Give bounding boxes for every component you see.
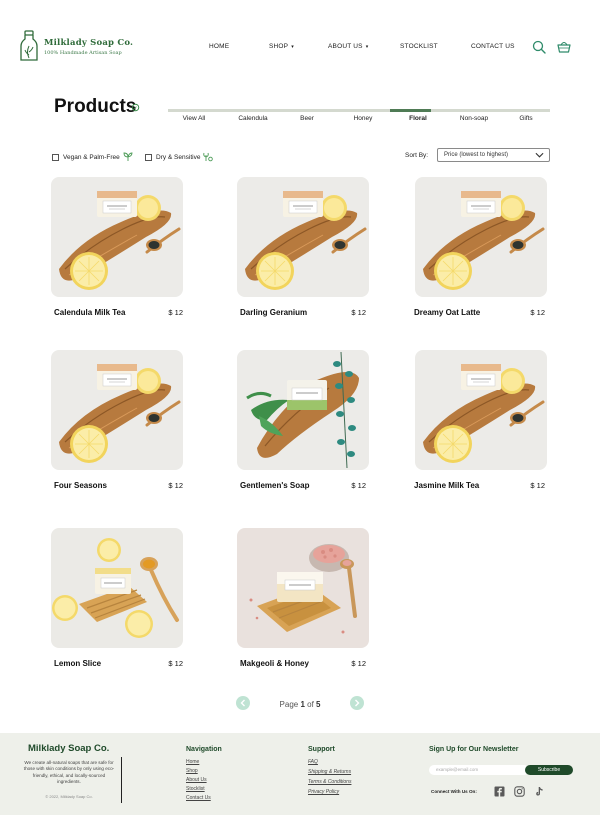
product-price: $ 12 (530, 481, 545, 490)
product-name[interactable]: Four Seasons (54, 481, 107, 490)
herb-icon (203, 152, 214, 162)
sort-value: Price (lowest to highest) (444, 152, 509, 158)
tab-gifts[interactable]: Gifts (519, 115, 532, 122)
footer-description: We create all-natural soaps that are saf… (23, 760, 115, 785)
page-title: Products (54, 96, 137, 117)
product-price: $ 12 (530, 308, 545, 317)
total-pages: 5 (316, 700, 321, 709)
vegan-checkbox[interactable] (52, 153, 59, 161)
chevron-right-icon (355, 699, 360, 707)
product-image[interactable] (415, 177, 547, 297)
chevron-down-icon: ▾ (365, 44, 369, 50)
footer-brand: Milklady Soap Co. (28, 743, 110, 754)
tab-floral[interactable]: Floral (409, 115, 427, 122)
footer-link-home[interactable]: Home (186, 759, 199, 765)
pagination-status: Page 1 of 5 (279, 700, 321, 709)
basket-icon[interactable] (557, 40, 571, 54)
site-header: Milklady Soap Co. 100% Handmade Artisan … (0, 0, 600, 90)
footer-link-about[interactable]: About Us (186, 777, 207, 783)
newsletter-heading: Sign Up for Our Newsletter (429, 746, 519, 753)
filter-vegan[interactable]: Vegan & Palm-Free (52, 152, 133, 162)
filter-dry-label: Dry & Sensitive (156, 153, 201, 161)
product-name[interactable]: Jasmine Milk Tea (414, 481, 479, 490)
product-price: $ 12 (168, 481, 183, 490)
instagram-icon[interactable] (514, 786, 525, 797)
product-image[interactable] (237, 528, 369, 648)
sort-label: Sort By: (405, 152, 429, 159)
nav-about-label: ABOUT US (328, 43, 363, 50)
footer-link-contact[interactable]: Contact Us (186, 795, 211, 801)
chevron-left-icon (240, 699, 245, 707)
product-image[interactable] (237, 350, 369, 470)
product-image[interactable] (51, 177, 183, 297)
product-name[interactable]: Calendula Milk Tea (54, 308, 125, 317)
main-nav: HOME SHOP ▾ ABOUT US ▾ STOCKLIST CONTACT U… (0, 43, 600, 55)
filter-dry-sensitive[interactable]: Dry & Sensitive (145, 152, 214, 162)
nav-contact-label: CONTACT US (471, 43, 515, 50)
nav-about[interactable]: ABOUT US ▾ (328, 43, 368, 50)
sprout-icon (123, 152, 133, 161)
footer-link-shop[interactable]: Shop (186, 768, 198, 774)
nav-shop[interactable]: SHOP ▾ (269, 43, 294, 50)
active-tab-indicator (390, 109, 431, 112)
footer-link-terms[interactable]: Terms & Conditions (308, 779, 351, 785)
product-image[interactable] (415, 350, 547, 470)
filter-vegan-label: Vegan & Palm-Free (63, 153, 120, 161)
footer-link-stocklist[interactable]: Stocklist (186, 786, 205, 792)
nav-home-label: HOME (209, 43, 230, 50)
tiktok-icon[interactable] (534, 786, 545, 797)
chevron-down-icon (535, 152, 544, 158)
product-name[interactable]: Dreamy Oat Latte (414, 308, 480, 317)
product-image[interactable] (237, 177, 369, 297)
tab-calendula[interactable]: Calendula (238, 115, 267, 122)
tab-non-soap[interactable]: Non-soap (460, 115, 488, 122)
footer-support-heading: Support (308, 746, 335, 753)
footer-link-privacy[interactable]: Privacy Policy (308, 789, 339, 795)
product-price: $ 12 (168, 659, 183, 668)
product-name[interactable]: Gentlemen's Soap (240, 481, 309, 490)
footer-link-shipping[interactable]: Shipping & Returns (308, 769, 351, 775)
nav-home[interactable]: HOME (209, 43, 229, 50)
current-page: 1 (300, 700, 305, 709)
footer-link-faq[interactable]: FAQ (308, 759, 318, 765)
product-image[interactable] (51, 528, 183, 648)
next-page-button[interactable] (350, 696, 364, 710)
product-name[interactable]: Lemon Slice (54, 659, 101, 668)
tab-view-all[interactable]: View All (183, 115, 206, 122)
product-name[interactable]: Darling Geranium (240, 308, 307, 317)
product-price: $ 12 (168, 308, 183, 317)
product-name[interactable]: Makgeoli & Honey (240, 659, 309, 668)
nav-stocklist[interactable]: STOCKLIST (400, 43, 438, 50)
tab-beer[interactable]: Beer (300, 115, 314, 122)
search-icon[interactable] (532, 40, 546, 54)
prev-page-button[interactable] (236, 696, 250, 710)
connect-label: Connect With Us On: (431, 789, 477, 794)
subscribe-button[interactable]: Subscribe (525, 765, 573, 775)
product-price: $ 12 (351, 308, 366, 317)
nav-stocklist-label: STOCKLIST (400, 43, 438, 50)
product-price: $ 12 (351, 481, 366, 490)
sort-dropdown[interactable]: Price (lowest to highest) (437, 148, 550, 162)
dry-sensitive-checkbox[interactable] (145, 153, 152, 161)
tab-honey[interactable]: Honey (354, 115, 373, 122)
footer-copyright: © 2022, Milklady Soap Co. (45, 794, 93, 799)
category-tabs-track (168, 109, 550, 112)
product-image[interactable] (51, 350, 183, 470)
facebook-icon[interactable] (494, 786, 505, 797)
nav-contact[interactable]: CONTACT US (471, 43, 515, 50)
footer-nav-heading: Navigation (186, 746, 222, 753)
nav-shop-label: SHOP (269, 43, 289, 50)
chevron-down-icon: ▾ (291, 44, 294, 50)
footer-divider (121, 757, 122, 803)
newsletter-email-input[interactable]: example@email.com (429, 765, 529, 775)
leaf-icon (131, 103, 140, 112)
product-price: $ 12 (351, 659, 366, 668)
